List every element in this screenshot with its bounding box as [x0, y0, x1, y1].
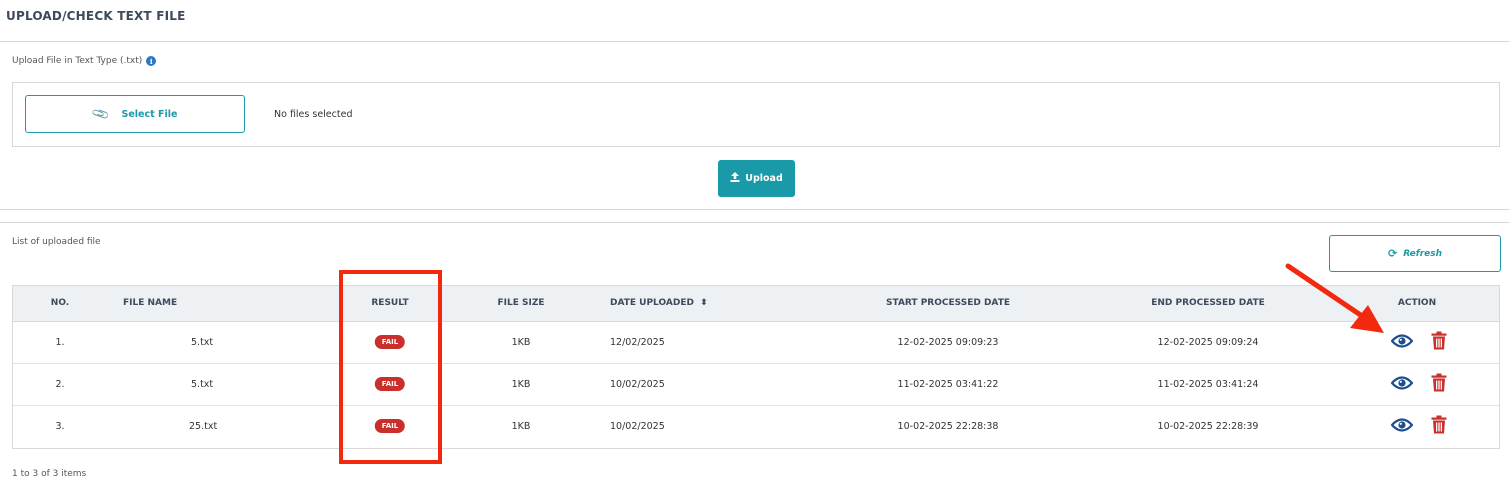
row-file-name: 5.txt [191, 379, 214, 390]
annotation-arrow [1285, 263, 1384, 333]
table-row: 3. 25.txt FAIL 1KB 10/02/2025 10-02-2025… [13, 406, 1499, 448]
no-files-text: No files selected [274, 109, 353, 120]
result-column-highlight-box [339, 270, 442, 464]
row-file-size: 1KB [511, 379, 531, 390]
row-start-processed: 10-02-2025 22:28:38 [897, 421, 999, 432]
row-date-uploaded: 12/02/2025 [610, 337, 665, 348]
table-header: NO. FILE NAME RESULT FILE SIZE DATE UPLO… [13, 286, 1499, 322]
select-file-button[interactable]: 📎 Select File [25, 95, 245, 133]
row-file-size: 1KB [511, 337, 531, 348]
upload-button[interactable]: Upload [718, 160, 795, 197]
table-row: 1. 5.txt FAIL 1KB 12/02/2025 12-02-2025 … [13, 322, 1499, 364]
column-date-uploaded[interactable]: DATE UPLOADED ⬍ [610, 298, 708, 308]
trash-icon[interactable] [1431, 415, 1447, 438]
uploaded-files-table: NO. FILE NAME RESULT FILE SIZE DATE UPLO… [12, 285, 1500, 449]
select-file-label: Select File [121, 108, 178, 120]
divider [0, 41, 1510, 42]
page-title: UPLOAD/CHECK TEXT FILE [6, 9, 186, 23]
column-action: ACTION [1397, 298, 1437, 308]
row-start-processed: 11-02-2025 03:41:22 [897, 379, 999, 390]
divider [0, 209, 1510, 210]
info-icon[interactable]: i [146, 56, 157, 66]
row-file-name: 5.txt [191, 337, 214, 348]
row-number: 1. [55, 337, 65, 348]
table-row: 2. 5.txt FAIL 1KB 10/02/2025 11-02-2025 … [13, 364, 1499, 406]
sort-icon: ⬍ [700, 298, 708, 308]
trash-icon[interactable] [1431, 331, 1447, 354]
upload-label: Upload [745, 173, 783, 184]
divider [0, 222, 1510, 223]
row-end-processed: 12-02-2025 09:09:24 [1157, 337, 1259, 348]
upload-icon [730, 172, 740, 185]
column-file-size: FILE SIZE [497, 298, 545, 308]
row-number: 2. [55, 379, 65, 390]
file-picker-area: 📎 Select File No files selected [12, 82, 1500, 147]
row-file-name: 25.txt [189, 421, 218, 432]
refresh-label: Refresh [1403, 248, 1443, 259]
eye-icon[interactable] [1390, 417, 1414, 437]
row-end-processed: 10-02-2025 22:28:39 [1157, 421, 1259, 432]
upload-field-label: Upload File in Text Type (.txt) i [12, 56, 157, 66]
paperclip-icon: 📎 [90, 104, 111, 124]
upload-label-text: Upload File in Text Type (.txt) [12, 56, 143, 66]
row-end-processed: 11-02-2025 03:41:24 [1157, 379, 1259, 390]
eye-icon[interactable] [1390, 333, 1414, 353]
column-end-processed: END PROCESSED DATE [1151, 298, 1265, 308]
trash-icon[interactable] [1431, 373, 1447, 396]
row-file-size: 1KB [511, 421, 531, 432]
pagination-summary: 1 to 3 of 3 items [12, 469, 87, 479]
row-number: 3. [55, 421, 65, 432]
column-no: NO. [50, 298, 70, 308]
row-start-processed: 12-02-2025 09:09:23 [897, 337, 999, 348]
eye-icon[interactable] [1390, 375, 1414, 395]
row-date-uploaded: 10/02/2025 [610, 379, 665, 390]
column-file-name: FILE NAME [123, 298, 178, 308]
column-start-processed: START PROCESSED DATE [886, 298, 1010, 308]
list-label: List of uploaded file [12, 237, 101, 247]
row-date-uploaded: 10/02/2025 [610, 421, 665, 432]
column-date-uploaded-label: DATE UPLOADED [610, 298, 694, 308]
